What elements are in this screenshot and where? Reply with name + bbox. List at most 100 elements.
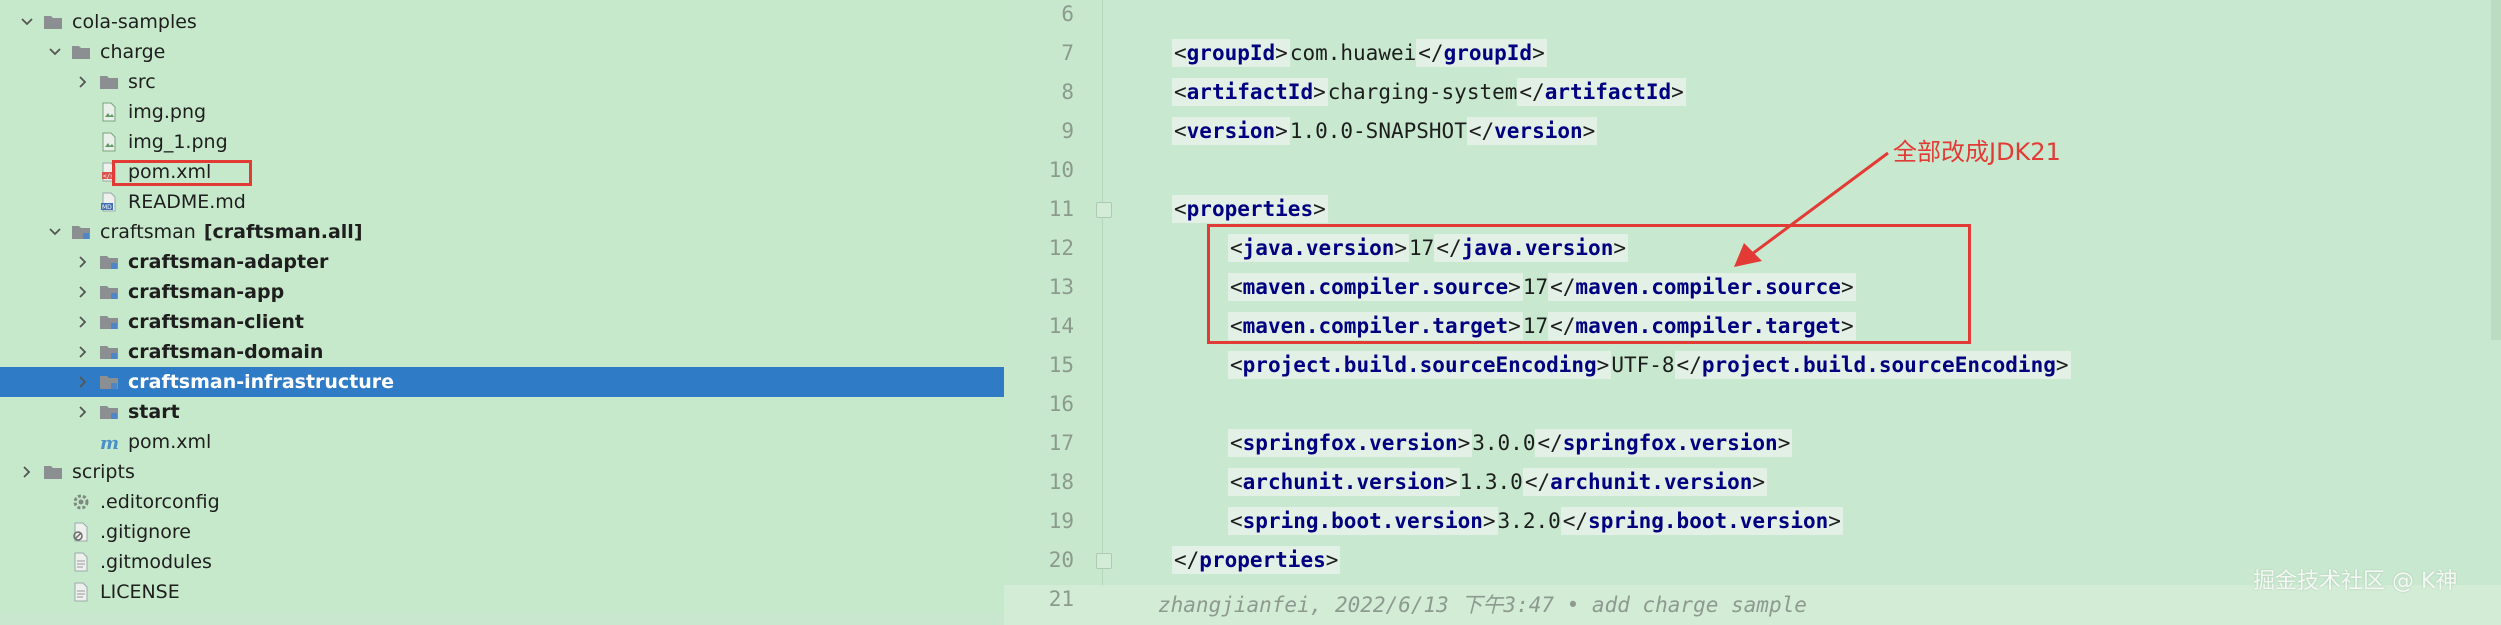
code-line[interactable]: <spring.boot.version>3.2.0</spring.boot.… (1228, 502, 1843, 541)
git-blame-annotation: zhangjianfei, 2022/6/13 下午3:47 • add cha… (1158, 593, 1807, 617)
tree-item-label: README.md (128, 191, 246, 213)
tree-item[interactable]: craftsman-domain (0, 337, 1004, 367)
tag-bracket: > (1777, 431, 1791, 455)
chevron-right-icon[interactable] (16, 461, 38, 483)
tag-bracket: > (1313, 80, 1326, 104)
close-tag: </springfox.version> (1535, 429, 1793, 457)
line-number: 16 (1048, 392, 1074, 416)
tag-value: com.huawei (1289, 41, 1417, 65)
annotation-text: 全部改成JDK21 (1893, 138, 2061, 166)
tree-item[interactable]: img.png (0, 97, 1004, 127)
chevron-down-icon[interactable] (16, 11, 38, 33)
code-line[interactable]: <springfox.version>3.0.0</springfox.vers… (1228, 424, 1793, 463)
close-tag: </properties> (1172, 546, 1341, 574)
tag-bracket: < (1230, 509, 1243, 533)
tree-item-label: .gitignore (100, 521, 191, 543)
tag-name: archunit.version (1550, 470, 1753, 494)
tag-bracket: < (1230, 470, 1243, 494)
line-number: 7 (1061, 41, 1074, 65)
line-number: 13 (1048, 275, 1074, 299)
markdown-file-icon: MD (98, 191, 120, 213)
tag-bracket: </ (1174, 548, 1200, 572)
tree-item[interactable]: scripts (0, 457, 1004, 487)
tree-item[interactable]: LICENSE (0, 577, 1004, 607)
tree-item-label: pom.xml (128, 431, 212, 453)
folder-icon (42, 461, 64, 483)
close-tag: </version> (1466, 117, 1598, 145)
tag-bracket: > (1532, 41, 1545, 65)
fold-marker-icon[interactable] (1096, 202, 1112, 218)
tree-item[interactable]: .editorconfig (0, 487, 1004, 517)
annotation-arrow (1734, 151, 1889, 267)
tag-bracket: </ (1418, 41, 1444, 65)
tag-bracket: > (1596, 353, 1610, 377)
chevron-right-icon[interactable] (72, 401, 94, 423)
tag-bracket: > (1457, 431, 1471, 455)
fold-marker-icon[interactable] (1096, 553, 1112, 569)
code-line[interactable]: <project.build.sourceEncoding>UTF-8</pro… (1228, 346, 2071, 385)
tag-bracket: > (1275, 41, 1288, 65)
tree-item[interactable]: cola-samples (0, 7, 1004, 37)
tag-bracket: < (1230, 353, 1243, 377)
tree-item[interactable]: .gitignore (0, 517, 1004, 547)
tree-item[interactable]: start (0, 397, 1004, 427)
tree-item[interactable]: img_1.png (0, 127, 1004, 157)
tree-item[interactable]: craftsman-client (0, 307, 1004, 337)
chevron-down-icon[interactable] (44, 41, 66, 63)
chevron-right-icon[interactable] (72, 341, 94, 363)
close-tag: </artifactId> (1517, 78, 1686, 106)
tag-bracket: < (1174, 197, 1187, 221)
tag-name: archunit.version (1242, 470, 1445, 494)
tree-item-sublabel: [craftsman.all] (203, 221, 363, 243)
tag-bracket: < (1174, 41, 1187, 65)
open-tag: <archunit.version> (1228, 468, 1460, 496)
code-line[interactable]: <version>1.0.0-SNAPSHOT</version> (1172, 112, 1598, 151)
project-tree: cola-samples charge src img.png img_1.png </>… (0, 0, 1004, 613)
module-folder-icon (98, 401, 120, 423)
tag-bracket: > (1671, 80, 1684, 104)
tree-item[interactable]: src (0, 67, 1004, 97)
tag-name: springfox.version (1242, 431, 1458, 455)
tree-item-label: LICENSE (100, 581, 180, 603)
close-tag: </groupId> (1416, 39, 1547, 67)
tag-value: UTF-8 (1611, 353, 1675, 377)
chevron-right-icon[interactable] (72, 281, 94, 303)
tag-name: groupId (1186, 41, 1276, 65)
tag-name: version (1186, 119, 1276, 143)
chevron-right-icon[interactable] (72, 371, 94, 393)
chevron-down-icon[interactable] (44, 221, 66, 243)
tree-item[interactable]: craftsman-app (0, 277, 1004, 307)
tree-item[interactable]: charge (0, 37, 1004, 67)
tag-bracket: > (1444, 470, 1458, 494)
chevron-right-icon[interactable] (72, 251, 94, 273)
code-line[interactable]: <groupId>com.huawei</groupId> (1172, 34, 1547, 73)
code-line[interactable]: <artifactId>charging-system</artifactId> (1172, 73, 1686, 112)
tree-item-label: craftsman-adapter (128, 251, 329, 273)
line-number: 12 (1048, 236, 1074, 260)
tag-value: charging-system (1327, 80, 1518, 104)
tag-bracket: </ (1468, 119, 1495, 143)
tag-name: properties (1186, 197, 1314, 221)
tag-name: project.build.sourceEncoding (1242, 353, 1597, 377)
editor-scrollbar[interactable] (2491, 0, 2501, 340)
tag-name: version (1494, 119, 1583, 143)
tree-item[interactable]: craftsman-adapter (0, 247, 1004, 277)
tag-bracket: < (1230, 431, 1243, 455)
chevron-right-icon[interactable] (72, 311, 94, 333)
tree-item[interactable]: MD README.md (0, 187, 1004, 217)
tag-bracket: </ (1524, 470, 1551, 494)
tree-item-label: start (128, 401, 180, 423)
tree-item[interactable]: craftsman-infrastructure (0, 367, 1004, 397)
tag-name: springfox.version (1562, 431, 1778, 455)
tree-item[interactable]: m pom.xml (0, 427, 1004, 457)
tree-item-label: craftsman-infrastructure (128, 371, 395, 393)
line-number: 10 (1048, 158, 1074, 182)
chevron-right-icon[interactable] (72, 71, 94, 93)
tag-name: spring.boot.version (1588, 509, 1829, 533)
code-line[interactable]: </properties> (1172, 541, 1341, 580)
tree-item[interactable]: craftsman [craftsman.all] (0, 217, 1004, 247)
code-line[interactable]: <archunit.version>1.3.0</archunit.versio… (1228, 463, 1768, 502)
tree-item[interactable]: .gitmodules (0, 547, 1004, 577)
tag-bracket: </ (1562, 509, 1589, 533)
image-file-icon (98, 101, 120, 123)
